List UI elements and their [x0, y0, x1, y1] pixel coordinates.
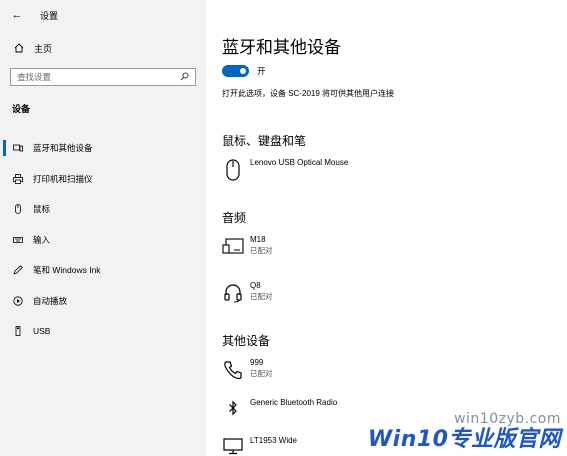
- title-bar: ← 设置: [0, 0, 206, 30]
- sidebar-item-label: 打印机和扫描仪: [33, 173, 93, 184]
- device-item[interactable]: Lenovo USB Optical Mouse: [222, 157, 567, 183]
- search-icon[interactable]: [180, 71, 189, 83]
- bluetooth-devices-icon: [12, 143, 24, 153]
- watermark-url: win10zyb.com: [454, 411, 561, 427]
- page-title: 蓝牙和其他设备: [222, 38, 341, 57]
- autoplay-icon: [12, 296, 24, 306]
- main-panel: 蓝牙和其他设备 开 打开此选项，设备 SC-2019 将可供其他用户连接 鼠标、…: [206, 0, 567, 456]
- bluetooth-toggle[interactable]: [222, 65, 249, 77]
- group-title-input-devices: 鼠标、键盘和笔: [222, 134, 307, 148]
- sidebar-item-usb[interactable]: USB: [0, 316, 206, 347]
- sidebar-item-label: 笔和 Windows Ink: [33, 265, 101, 276]
- sidebar-item-autoplay[interactable]: 自动播放: [0, 286, 206, 317]
- mouse-icon: [12, 204, 24, 215]
- device-name: Q8: [250, 281, 261, 290]
- sidebar-item-mouse[interactable]: 鼠标: [0, 194, 206, 225]
- home-icon: [12, 43, 26, 53]
- phone-icon: [222, 357, 244, 383]
- nav-home[interactable]: 主页: [0, 36, 206, 60]
- bluetooth-icon: [222, 395, 244, 421]
- device-name: Generic Bluetooth Radio: [250, 398, 338, 407]
- nav-home-label: 主页: [34, 43, 53, 54]
- settings-window: ← 设置 主页 设备 蓝牙和其他设备: [0, 0, 567, 456]
- sidebar-item-pen[interactable]: 笔和 Windows Ink: [0, 255, 206, 286]
- sidebar-item-label: 蓝牙和其他设备: [33, 143, 93, 154]
- monitor-icon: [222, 433, 244, 456]
- usb-icon: [12, 326, 24, 337]
- group-title-other-devices: 其他设备: [222, 334, 271, 348]
- back-button[interactable]: ←: [4, 0, 30, 30]
- watermark: win10zyb.com Win10专业版官网: [368, 411, 561, 453]
- device-status: 已配对: [250, 292, 273, 301]
- app-title: 设置: [40, 10, 59, 21]
- device-name: Lenovo USB Optical Mouse: [250, 158, 349, 167]
- discoverable-hint: 打开此选项，设备 SC-2019 将可供其他用户连接: [222, 89, 395, 98]
- section-title: 设备: [12, 104, 31, 114]
- sidebar-item-bluetooth[interactable]: 蓝牙和其他设备: [0, 133, 206, 164]
- toggle-label: 开: [257, 66, 266, 76]
- device-item[interactable]: M18 已配对: [222, 234, 567, 260]
- search-box[interactable]: [10, 68, 196, 86]
- sidebar-item-label: 自动播放: [33, 295, 68, 306]
- toggle-knob: [240, 68, 246, 74]
- bluetooth-toggle-row: 开: [222, 64, 567, 78]
- device-name: LT1953 Wide: [250, 436, 297, 445]
- nav-list: 蓝牙和其他设备 打印机和扫描仪 鼠标 输入 笔和 Windows Ink 自动播…: [0, 133, 206, 347]
- mouse-icon: [222, 157, 244, 183]
- sidebar: ← 设置 主页 设备 蓝牙和其他设备: [0, 0, 206, 456]
- search-input[interactable]: [17, 72, 180, 82]
- sidebar-item-typing[interactable]: 输入: [0, 225, 206, 256]
- sidebar-item-printers[interactable]: 打印机和扫描仪: [0, 164, 206, 195]
- device-status: 已配对: [250, 369, 273, 378]
- device-status: 已配对: [250, 246, 273, 255]
- device-name: 999: [250, 358, 264, 367]
- watermark-brand: Win10专业版官网: [367, 427, 561, 452]
- group-title-audio: 音频: [222, 211, 247, 225]
- pen-icon: [12, 265, 24, 275]
- device-item[interactable]: Q8 已配对: [222, 280, 567, 306]
- headset-icon: [222, 280, 244, 306]
- back-arrow-icon: ←: [11, 9, 23, 21]
- audio-device-icon: [222, 234, 244, 260]
- device-item[interactable]: 999 已配对: [222, 357, 567, 383]
- sidebar-item-label: 鼠标: [33, 204, 51, 215]
- keyboard-icon: [12, 235, 24, 245]
- device-name: M18: [250, 235, 266, 244]
- sidebar-item-label: USB: [33, 326, 51, 337]
- sidebar-item-label: 输入: [33, 234, 51, 245]
- printer-icon: [12, 173, 24, 184]
